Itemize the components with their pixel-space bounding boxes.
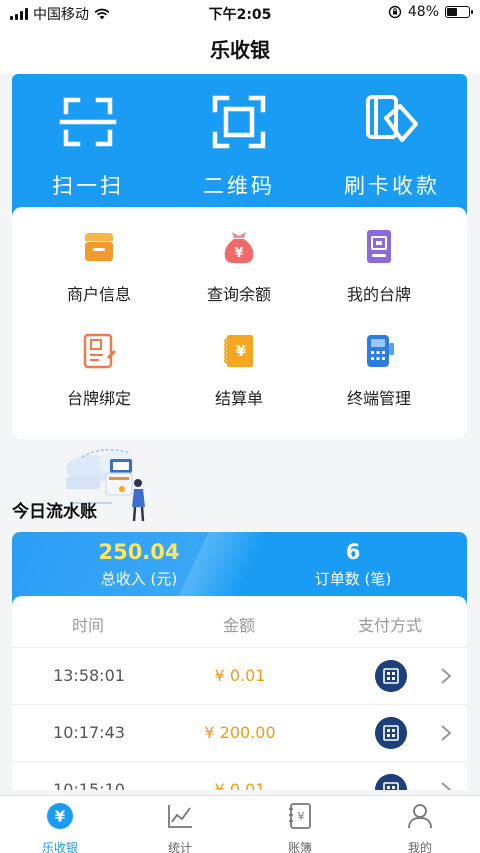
svg-text:¥: ¥ — [236, 342, 247, 360]
scan-button[interactable]: 扫一扫 — [18, 92, 158, 200]
qrcode-label: 二维码 — [203, 174, 275, 198]
chevron-right-icon[interactable] — [439, 724, 453, 742]
svg-text:¥: ¥ — [234, 246, 243, 261]
tab-cashier[interactable]: ¥ 乐收银 — [0, 802, 120, 853]
money-bag-icon: ¥ — [224, 232, 254, 263]
table-card-icon — [367, 230, 391, 263]
order-count-label: 订单数 (笔) — [314, 570, 392, 588]
settlement-label: 结算单 — [214, 389, 263, 408]
header-payment: 支付方式 — [358, 616, 423, 635]
card-swipe-button[interactable]: 刷卡收款 — [322, 92, 462, 200]
qrcode-icon — [212, 95, 266, 149]
row-amount: ¥ 200.00 — [204, 723, 276, 742]
total-income-label: 总收入 (元) — [100, 570, 178, 588]
row-time: 13:58:01 — [53, 666, 125, 685]
card-swipe-icon — [366, 95, 418, 142]
battery-fill — [447, 8, 457, 16]
merchant-info-button[interactable]: 商户信息 — [24, 227, 174, 305]
total-income-value: 250.04 — [98, 540, 180, 564]
tab-cashier-label: 乐收银 — [41, 841, 78, 853]
svg-text:¥: ¥ — [298, 810, 305, 823]
qr-pay-icon — [375, 717, 407, 749]
bottom-tab-bar: ¥ 乐收银 统计 ¥ 账簿 我的 — [0, 795, 480, 853]
status-right: 48% — [388, 4, 473, 20]
merchant-info-label: 商户信息 — [66, 285, 131, 304]
table-card-binding-button[interactable]: 台牌绑定 — [24, 331, 174, 409]
ledger-icon: ¥ — [289, 803, 311, 829]
tab-profile[interactable]: 我的 — [360, 802, 480, 853]
function-grid: 商户信息 ¥ 查询余额 我的台牌 台牌绑定 ¥ 结算单 终端管理 — [12, 207, 467, 439]
chevron-right-icon[interactable] — [439, 781, 453, 790]
battery-icon — [445, 6, 473, 18]
qrcode-button[interactable]: 二维码 — [169, 92, 309, 200]
row-time: 10:17:43 — [53, 723, 125, 742]
pos-terminal-icon — [367, 335, 394, 367]
settlement-button[interactable]: ¥ 结算单 — [164, 331, 314, 409]
orientation-lock-icon — [388, 5, 402, 19]
tab-ledger[interactable]: ¥ 账簿 — [240, 802, 360, 853]
tab-statistics[interactable]: 统计 — [120, 802, 240, 853]
scan-label: 扫一扫 — [52, 174, 124, 198]
row-time: 10:15:10 — [53, 780, 125, 790]
table-row[interactable]: 13:58:01 ¥ 0.01 — [12, 648, 467, 705]
terminal-management-button[interactable]: 终端管理 — [304, 331, 454, 409]
transactions-table: 时间 金额 支付方式 13:58:01 ¥ 0.01 10:17:43 ¥ 20… — [12, 596, 467, 790]
user-icon — [408, 804, 432, 829]
daily-summary: 250.04 总收入 (元) 6 订单数 (笔) — [12, 532, 467, 604]
balance-query-label: 查询余额 — [206, 285, 271, 304]
bind-card-icon — [83, 333, 116, 369]
card-swipe-label: 刷卡收款 — [344, 174, 440, 198]
scan-icon — [59, 97, 117, 147]
table-row[interactable]: 10:17:43 ¥ 200.00 — [12, 705, 467, 762]
tab-ledger-label: 账簿 — [287, 841, 312, 853]
chart-icon — [168, 805, 192, 828]
tab-profile-label: 我的 — [407, 841, 432, 853]
svg-text:¥: ¥ — [55, 808, 66, 826]
balance-query-button[interactable]: ¥ 查询余额 — [164, 227, 314, 305]
row-amount: ¥ 0.01 — [214, 780, 266, 790]
header-time: 时间 — [72, 616, 105, 635]
my-table-card-label: 我的台牌 — [346, 285, 411, 304]
yen-circle-icon: ¥ — [47, 803, 73, 829]
header-amount: 金额 — [223, 616, 256, 635]
chevron-right-icon[interactable] — [439, 667, 453, 685]
tab-statistics-label: 统计 — [167, 841, 192, 853]
income-summary: 250.04 总收入 (元) — [39, 540, 239, 589]
table-header: 时间 金额 支付方式 — [12, 596, 467, 648]
orders-summary: 6 订单数 (笔) — [253, 540, 453, 589]
settlement-icon: ¥ — [224, 335, 253, 367]
row-amount: ¥ 0.01 — [214, 666, 266, 685]
terminal-management-label: 终端管理 — [346, 389, 411, 408]
quick-actions-panel: 扫一扫 二维码 刷卡收款 — [12, 74, 467, 224]
flow-section-title: 今日流水账 — [12, 502, 97, 522]
table-card-binding-label: 台牌绑定 — [66, 389, 131, 408]
table-row[interactable]: 10:15:10 ¥ 0.01 — [12, 762, 467, 790]
status-bar: 中国移动 下午2:05 48% — [0, 0, 480, 26]
shop-icon — [85, 233, 113, 261]
qr-pay-icon — [375, 774, 407, 790]
order-count-value: 6 — [345, 540, 361, 564]
page-title: 乐收银 — [0, 26, 480, 74]
qr-pay-icon — [375, 660, 407, 692]
my-table-card-button[interactable]: 我的台牌 — [304, 227, 454, 305]
battery-percent: 48% — [407, 4, 439, 20]
